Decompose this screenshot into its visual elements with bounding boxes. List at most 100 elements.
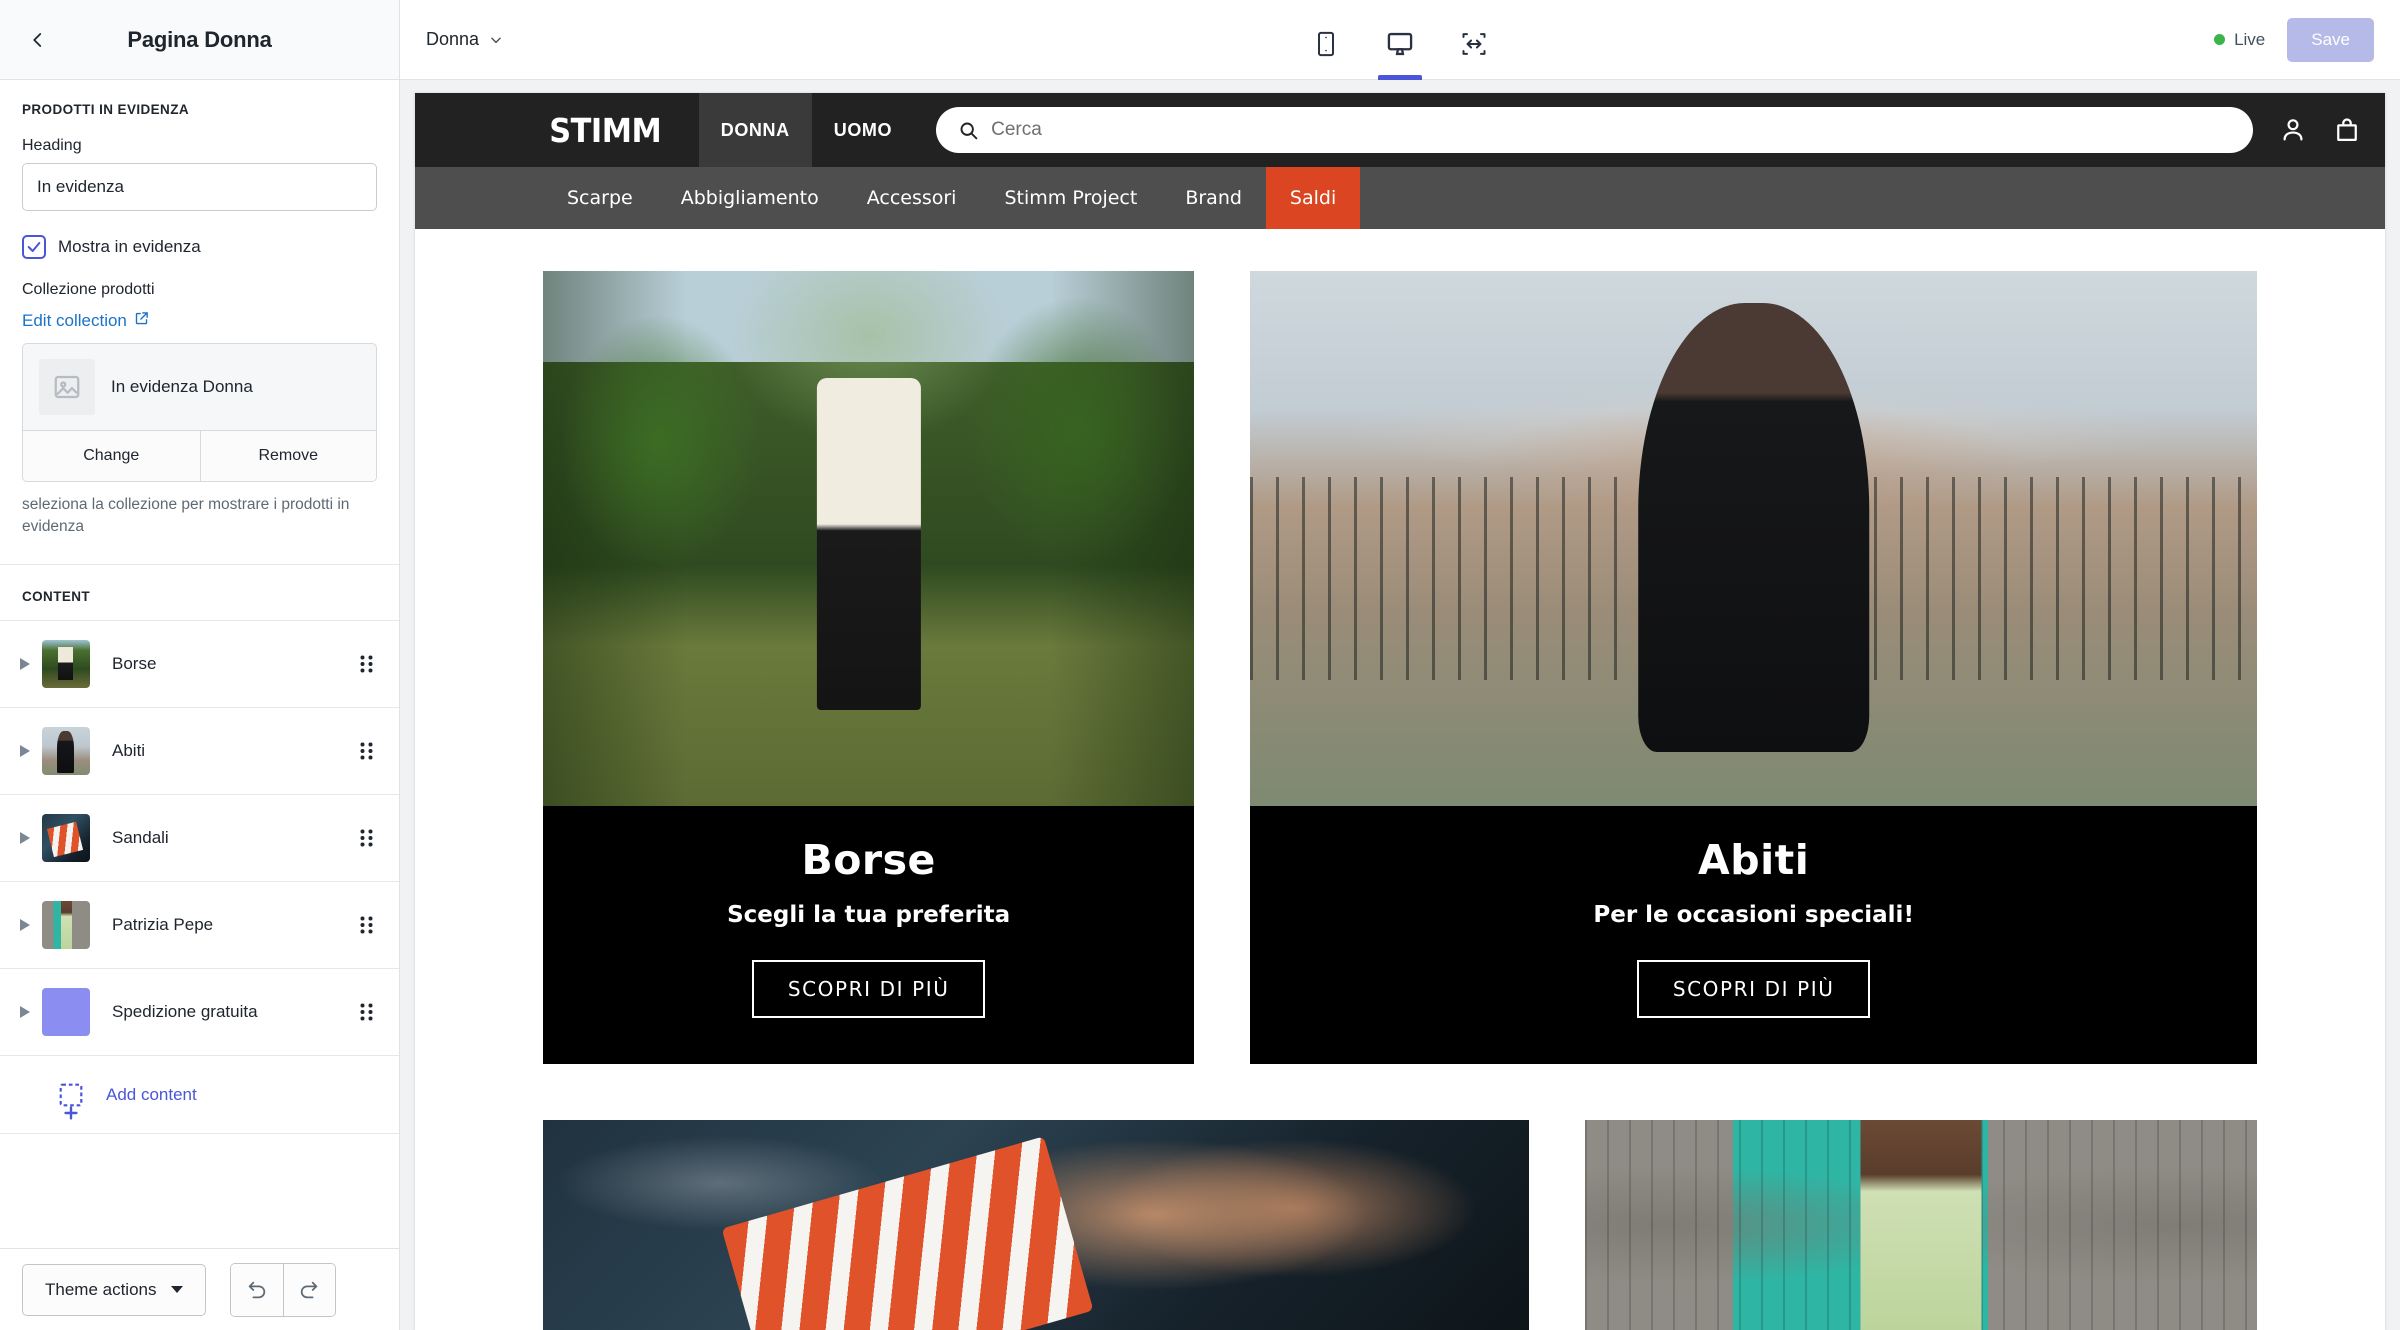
promo-title: Borse [801, 836, 936, 884]
theme-actions-button[interactable]: Theme actions [22, 1263, 206, 1316]
save-button[interactable]: Save [2287, 17, 2374, 62]
store-nav: Scarpe Abbigliamento Accessori Stimm Pro… [415, 167, 2385, 229]
store-search-placeholder: Cerca [991, 119, 1042, 140]
collection-actions: Change Remove [23, 430, 376, 481]
live-status-badge: Live [2214, 30, 2265, 50]
person-icon[interactable] [2279, 116, 2307, 144]
shopping-bag-icon[interactable] [2333, 116, 2361, 144]
add-square-icon [58, 1082, 84, 1120]
show-featured-checkbox-row[interactable]: Mostra in evidenza [22, 235, 377, 259]
item-label: Spedizione gratuita [112, 1002, 258, 1021]
drag-handle-icon[interactable] [355, 829, 377, 847]
preview-viewport: STIMM DONNA UOMO Cerca Scarpe Abbigliame… [400, 80, 2400, 1330]
edit-collection-label: Edit collection [22, 311, 127, 330]
promo-subtitle: Scegli la tua preferita [727, 902, 1011, 928]
promo-subtitle: Per le occasioni speciali! [1593, 902, 1914, 928]
add-content-button[interactable]: Add content [0, 1056, 399, 1134]
fullwidth-icon [1462, 32, 1486, 55]
promo-card-sandali[interactable] [543, 1120, 1529, 1330]
expand-caret-icon[interactable] [14, 832, 36, 844]
list-item[interactable]: Borse [0, 621, 399, 708]
list-item[interactable]: Patrizia Pepe [0, 882, 399, 969]
undo-icon[interactable] [230, 1263, 283, 1316]
page-title: Pagina Donna [127, 26, 272, 52]
settings-sidebar: Pagina Donna PRODOTTI IN EVIDENZA Headin… [0, 0, 400, 1330]
checkbox-checked-icon[interactable] [22, 235, 46, 259]
content-section-title: CONTENT [0, 565, 399, 621]
edit-collection-link[interactable]: Edit collection [22, 311, 149, 331]
nav-item-abbigliamento[interactable]: Abbigliamento [657, 167, 843, 229]
nav-item-stimm-project[interactable]: Stimm Project [980, 167, 1161, 229]
sidebar-footer: Theme actions [0, 1248, 399, 1330]
item-thumbnail [42, 901, 90, 949]
collection-label: Collezione prodotti [22, 281, 155, 298]
undo-redo-group [229, 1262, 336, 1317]
promo-image-abiti [1250, 271, 2257, 806]
page-selector-label: Donna [426, 29, 480, 49]
expand-caret-icon[interactable] [14, 658, 36, 670]
store-search-input[interactable]: Cerca [936, 107, 2253, 153]
heading-input[interactable] [22, 163, 377, 211]
promo-cta-button[interactable]: SCOPRI DI PIÙ [1636, 960, 1871, 1018]
sidebar-scroll-area: PRODOTTI IN EVIDENZA Heading Mostra in e… [0, 80, 399, 1248]
promo-row-2 [543, 1120, 2257, 1330]
promo-card-patrizia-pepe[interactable] [1584, 1120, 2257, 1330]
expand-caret-icon[interactable] [14, 1006, 36, 1018]
promo-body-borse: Borse Scegli la tua preferita SCOPRI DI … [543, 806, 1194, 1064]
nav-item-saldi[interactable]: Saldi [1265, 167, 1361, 229]
page-selector[interactable]: Donna [426, 29, 503, 50]
device-mobile-button[interactable] [1298, 8, 1354, 80]
promo-image-patrizia-pepe [1584, 1120, 2257, 1330]
preview-toolbar: Donna Live Save [400, 0, 2400, 80]
collection-name: In evidenza Donna [111, 377, 253, 396]
item-label: Sandali [112, 828, 169, 847]
content-item-list: Borse Abiti Sandali Patrizia Pepe Spediz… [0, 621, 399, 1134]
store-header: STIMM DONNA UOMO Cerca [415, 93, 2385, 167]
drag-handle-icon[interactable] [355, 742, 377, 760]
storefront-preview: STIMM DONNA UOMO Cerca Scarpe Abbigliame… [414, 92, 2386, 1330]
item-thumbnail [42, 988, 90, 1036]
promo-card-borse[interactable]: Borse Scegli la tua preferita SCOPRI DI … [543, 271, 1195, 1064]
item-label: Borse [112, 654, 157, 673]
back-icon[interactable] [20, 22, 56, 58]
store-tab-uomo[interactable]: UOMO [812, 93, 914, 167]
preview-pane: Donna Live Save STIMM DONNA UOMO Cerca S… [400, 0, 2400, 1330]
drag-handle-icon[interactable] [355, 916, 377, 934]
redo-icon[interactable] [282, 1263, 335, 1316]
expand-caret-icon[interactable] [14, 919, 36, 931]
status-dot-icon [2214, 34, 2226, 45]
change-collection-button[interactable]: Change [23, 431, 200, 481]
desktop-icon [1387, 32, 1413, 55]
promo-title: Abiti [1698, 836, 1810, 884]
live-label: Live [2234, 29, 2266, 49]
heading-label: Heading [22, 137, 82, 154]
promo-body-abiti: Abiti Per le occasioni speciali! SCOPRI … [1250, 806, 2257, 1064]
list-item[interactable]: Sandali [0, 795, 399, 882]
show-featured-label: Mostra in evidenza [58, 237, 201, 256]
promo-image-borse [543, 271, 1195, 806]
nav-item-scarpe[interactable]: Scarpe [543, 167, 657, 229]
item-thumbnail [42, 814, 90, 862]
nav-item-brand[interactable]: Brand [1161, 167, 1266, 229]
drag-handle-icon[interactable] [355, 655, 377, 673]
collection-help-text: seleziona la collezione per mostrare i p… [22, 496, 350, 535]
item-thumbnail [42, 640, 90, 688]
drag-handle-icon[interactable] [355, 1003, 377, 1021]
store-search-wrapper: Cerca [914, 93, 2279, 167]
remove-collection-button[interactable]: Remove [199, 431, 376, 481]
expand-caret-icon[interactable] [14, 745, 36, 757]
featured-section-title: PRODOTTI IN EVIDENZA [22, 102, 190, 117]
promo-card-abiti[interactable]: Abiti Per le occasioni speciali! SCOPRI … [1250, 271, 2257, 1064]
device-fullwidth-button[interactable] [1446, 8, 1502, 80]
search-icon [960, 122, 978, 139]
store-logo[interactable]: STIMM [549, 93, 692, 167]
item-label: Patrizia Pepe [112, 915, 214, 934]
featured-products-section: PRODOTTI IN EVIDENZA Heading Mostra in e… [0, 80, 399, 565]
list-item[interactable]: Spedizione gratuita [0, 969, 399, 1056]
store-tab-donna[interactable]: DONNA [698, 93, 812, 167]
mobile-icon [1318, 31, 1334, 56]
device-desktop-button[interactable] [1372, 8, 1428, 80]
nav-item-accessori[interactable]: Accessori [843, 167, 981, 229]
promo-cta-button[interactable]: SCOPRI DI PIÙ [751, 960, 986, 1018]
list-item[interactable]: Abiti [0, 708, 399, 795]
